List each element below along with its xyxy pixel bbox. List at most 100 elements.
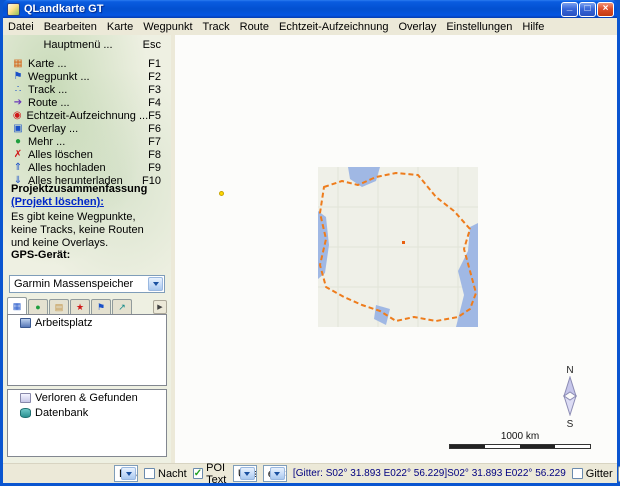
- item-shortcut: F7: [148, 135, 161, 148]
- main-menu-shortcut: Esc: [142, 39, 161, 51]
- statusbar-right-group: Gitter: [571, 465, 620, 482]
- waypoint-marker: [219, 191, 224, 196]
- menu-route[interactable]: Route: [235, 20, 274, 34]
- tab-favorites[interactable]: ★: [70, 299, 90, 314]
- sidebar-item-alles-hochladen[interactable]: ⇑ Alles hochladen F9: [3, 161, 171, 174]
- map-name-combobox[interactable]: easytan: [262, 465, 287, 482]
- chevron-down-icon: [274, 471, 281, 476]
- item-shortcut: F8: [148, 148, 161, 161]
- sidebar-item-wegpunkt[interactable]: ⚑ Wegpunkt ... F2: [3, 70, 171, 83]
- menu-hilfe[interactable]: Hilfe: [517, 20, 549, 34]
- gps-device-value: Garmin Massenspeicher: [14, 278, 134, 290]
- map-canvas[interactable]: N S 1000 km: [175, 35, 617, 463]
- compass-south-label: S: [566, 419, 574, 430]
- sidebar-item-mehr[interactable]: ● Mehr ... F7: [3, 135, 171, 148]
- map-type-combobox[interactable]: Unspezifiziert: [232, 465, 257, 482]
- close-button[interactable]: ×: [597, 1, 614, 17]
- tracks-tab-icon: ↗: [118, 301, 126, 312]
- title-bar: QLandkarte GT _ □ ×: [3, 0, 617, 18]
- nacht-checkbox[interactable]: [144, 468, 155, 479]
- nacht-checkbox-group: Nacht: [144, 468, 187, 480]
- chevron-right-icon: ▶: [157, 304, 163, 311]
- combobox-dropdown-button[interactable]: [148, 277, 163, 291]
- documents-tab-icon: ▤: [54, 301, 64, 312]
- gitter-checkbox[interactable]: [571, 468, 583, 479]
- tab-globe[interactable]: ●: [28, 299, 48, 314]
- close-icon: ×: [602, 3, 609, 14]
- menu-overlay[interactable]: Overlay: [393, 20, 441, 34]
- sidebar-item-alles-loeschen[interactable]: ✗ Alles löschen F8: [3, 148, 171, 161]
- files-tab-icon: ▦: [12, 300, 22, 311]
- project-summary-text: Es gibt keine Wegpunkte, keine Tracks, k…: [11, 211, 144, 249]
- combobox-dropdown-button[interactable]: [239, 467, 255, 480]
- tab-files[interactable]: ▦: [7, 297, 27, 314]
- menu-wegpunkt[interactable]: Wegpunkt: [138, 20, 197, 34]
- window-title: QLandkarte GT: [24, 3, 104, 15]
- sidebar-item-overlay[interactable]: ▣ Overlay ... F6: [3, 122, 171, 135]
- chevron-down-icon: [125, 471, 132, 476]
- sidebar-item-karte[interactable]: ▦ Karte ... F1: [3, 57, 171, 70]
- tree-item-arbeitsplatz[interactable]: Arbeitsplatz: [8, 315, 166, 330]
- globe-icon: ●: [14, 135, 22, 147]
- chevron-down-icon: [152, 282, 159, 286]
- menu-track[interactable]: Track: [198, 20, 235, 34]
- tab-tracks[interactable]: ↗: [112, 299, 132, 314]
- map-tile-tanzania: [318, 167, 478, 327]
- item-label: Wegpunkt ...: [28, 70, 90, 83]
- project-summary-header: Projektzusammenfassung (Projekt löschen)…: [11, 183, 163, 209]
- browser-tabbar: ▦ ● ▤ ★ ⚑ ↗ ▶: [7, 297, 167, 314]
- database-icon: [20, 407, 31, 418]
- computer-icon: [20, 317, 31, 328]
- detail-level-combobox[interactable]: Detail 0: [114, 465, 138, 482]
- item-label: Alles hochladen: [28, 161, 106, 174]
- project-delete-link[interactable]: (Projekt löschen):: [11, 196, 104, 208]
- track-footprints-icon: ∴: [14, 83, 22, 95]
- maximize-icon: □: [584, 3, 591, 14]
- project-summary-label: Projektzusammenfassung: [11, 183, 148, 195]
- gitter-label: Gitter: [585, 467, 613, 480]
- record-icon: ◉: [12, 109, 22, 121]
- menu-bearbeiten[interactable]: Bearbeiten: [39, 20, 102, 34]
- menu-einstellungen[interactable]: Einstellungen: [441, 20, 517, 34]
- menu-datei[interactable]: Datei: [3, 20, 39, 34]
- gps-device-combobox[interactable]: Garmin Massenspeicher: [9, 275, 165, 293]
- sidebar-item-route[interactable]: ➔ Route ... F4: [3, 96, 171, 109]
- waypoint-flag-icon: ⚑: [13, 70, 23, 82]
- sidebar-item-echtzeit[interactable]: ◉ Echtzeit-Aufzeichnung ... F5: [3, 109, 171, 122]
- item-shortcut: F6: [148, 122, 161, 135]
- cursor-position-readout: [Gitter: S02° 31.893 E022° 56.229]S02° 3…: [292, 468, 566, 479]
- globe-tab-icon: ●: [35, 301, 41, 312]
- gitter-checkbox-group: Gitter: [571, 467, 613, 480]
- route-icon: ➔: [13, 96, 23, 108]
- tree-item-datenbank[interactable]: Datenbank: [8, 405, 166, 420]
- poi-text-label: POI Text: [206, 461, 227, 486]
- map-icon: ▦: [13, 57, 23, 69]
- sidebar-item-track[interactable]: ∴ Track ... F3: [3, 83, 171, 96]
- map-scalebar: 1000 km: [449, 431, 591, 449]
- poi-text-checkbox-group: ✓ POI Text: [192, 461, 227, 486]
- menu-bar: Datei Bearbeiten Karte Wegpunkt Track Ro…: [3, 18, 617, 35]
- file-tree-panel: Arbeitsplatz: [7, 314, 167, 386]
- app-icon: [7, 2, 20, 16]
- item-shortcut: F5: [148, 109, 161, 122]
- tab-waypoints[interactable]: ⚑: [91, 299, 111, 314]
- combobox-dropdown-button[interactable]: [121, 467, 136, 480]
- lost-found-icon: [20, 392, 31, 403]
- poi-text-checkbox[interactable]: ✓: [192, 468, 204, 479]
- tree-item-label: Arbeitsplatz: [35, 316, 93, 329]
- tree-item-label: Datenbank: [35, 406, 89, 419]
- combobox-dropdown-button[interactable]: [269, 467, 285, 480]
- main-menu-title: Hauptmenü ...: [43, 39, 113, 51]
- maximize-button[interactable]: □: [579, 1, 596, 17]
- item-shortcut: F1: [148, 57, 161, 70]
- tree-item-verloren-gefunden[interactable]: Verloren & Gefunden: [8, 390, 166, 405]
- menu-karte[interactable]: Karte: [102, 20, 138, 34]
- content-area: Hauptmenü ... Esc ▦ Karte ... F1 ⚑ Wegpu…: [3, 35, 617, 463]
- tab-documents[interactable]: ▤: [49, 299, 69, 314]
- item-shortcut: F4: [148, 96, 161, 109]
- sidebar: Hauptmenü ... Esc ▦ Karte ... F1 ⚑ Wegpu…: [3, 35, 171, 463]
- main-menu-header: Hauptmenü ... Esc: [3, 39, 171, 53]
- minimize-button[interactable]: _: [561, 1, 578, 17]
- menu-echtzeit[interactable]: Echtzeit-Aufzeichnung: [274, 20, 393, 34]
- tab-scroll-right-button[interactable]: ▶: [153, 300, 167, 314]
